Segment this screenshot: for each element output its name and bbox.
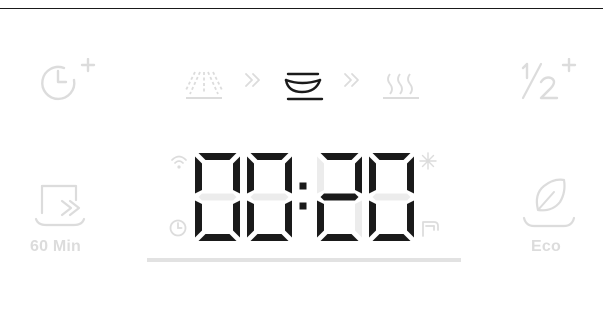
tap-icon [422, 221, 439, 237]
segment-d [372, 234, 411, 241]
double-chevron-right-icon [344, 73, 359, 87]
segment-b [233, 156, 240, 194]
segment-c [285, 200, 292, 238]
eco-button[interactable] [520, 176, 580, 228]
segment-e [369, 200, 376, 238]
clock-plus-icon [41, 58, 96, 101]
segment-g [372, 193, 411, 201]
segment-a [250, 153, 289, 160]
time-display: 00:20 [195, 153, 417, 245]
speed-60min-button[interactable] [30, 183, 92, 227]
segment-a [372, 153, 411, 160]
segment-d [320, 234, 359, 241]
phase-prewash [184, 70, 224, 100]
segment-e [195, 200, 202, 238]
leaf-icon [522, 178, 576, 228]
segment-f [195, 156, 202, 194]
segment-d [250, 234, 289, 241]
double-chevron-right-icon [245, 73, 260, 87]
segment-c [355, 200, 362, 238]
water-tap-status [420, 218, 440, 238]
digit-3 [317, 153, 362, 241]
wifi-status [170, 154, 188, 170]
segment-b [407, 156, 414, 194]
eco-label: Eco [531, 238, 561, 255]
segment-a [198, 153, 237, 160]
progress-bar [147, 258, 461, 262]
phase-drying [381, 70, 421, 100]
segment-a [320, 153, 359, 160]
heat-waves-icon [383, 73, 419, 99]
phase-main-wash [282, 70, 326, 102]
wifi-icon [171, 155, 187, 169]
segment-c [233, 200, 240, 238]
digit-4 [369, 153, 414, 241]
colon-dot [299, 202, 307, 210]
time-delay-plus-button[interactable] [36, 58, 104, 102]
segment-e [317, 200, 324, 238]
phase-arrow-1 [244, 71, 262, 89]
segment-f [369, 156, 376, 194]
wash-bowl-icon [284, 72, 324, 101]
half-load-button[interactable] [519, 58, 583, 102]
phase-arrow-2 [343, 71, 361, 89]
segment-g [198, 193, 237, 201]
seven-segment-digits [195, 153, 414, 241]
segment-d [198, 234, 237, 241]
fast-forward-basket-icon [34, 184, 86, 227]
segment-g [250, 193, 289, 201]
digit-2 [247, 153, 292, 241]
clock-icon [169, 219, 187, 237]
segment-f [317, 156, 324, 194]
spray-icon [185, 71, 223, 99]
segment-b [355, 156, 362, 194]
rinse-aid-status [418, 151, 438, 171]
segment-f [247, 156, 254, 194]
digit-1 [195, 153, 240, 241]
speed-60min-label: 60 Min [30, 238, 81, 255]
segment-c [407, 200, 414, 238]
segment-b [285, 156, 292, 194]
segment-e [247, 200, 254, 238]
segment-g [320, 193, 359, 201]
colon-dot [299, 182, 307, 190]
half-load-icon [521, 58, 577, 100]
sparkle-icon [419, 152, 437, 170]
top-divider [0, 8, 603, 9]
timer-status [168, 218, 188, 238]
